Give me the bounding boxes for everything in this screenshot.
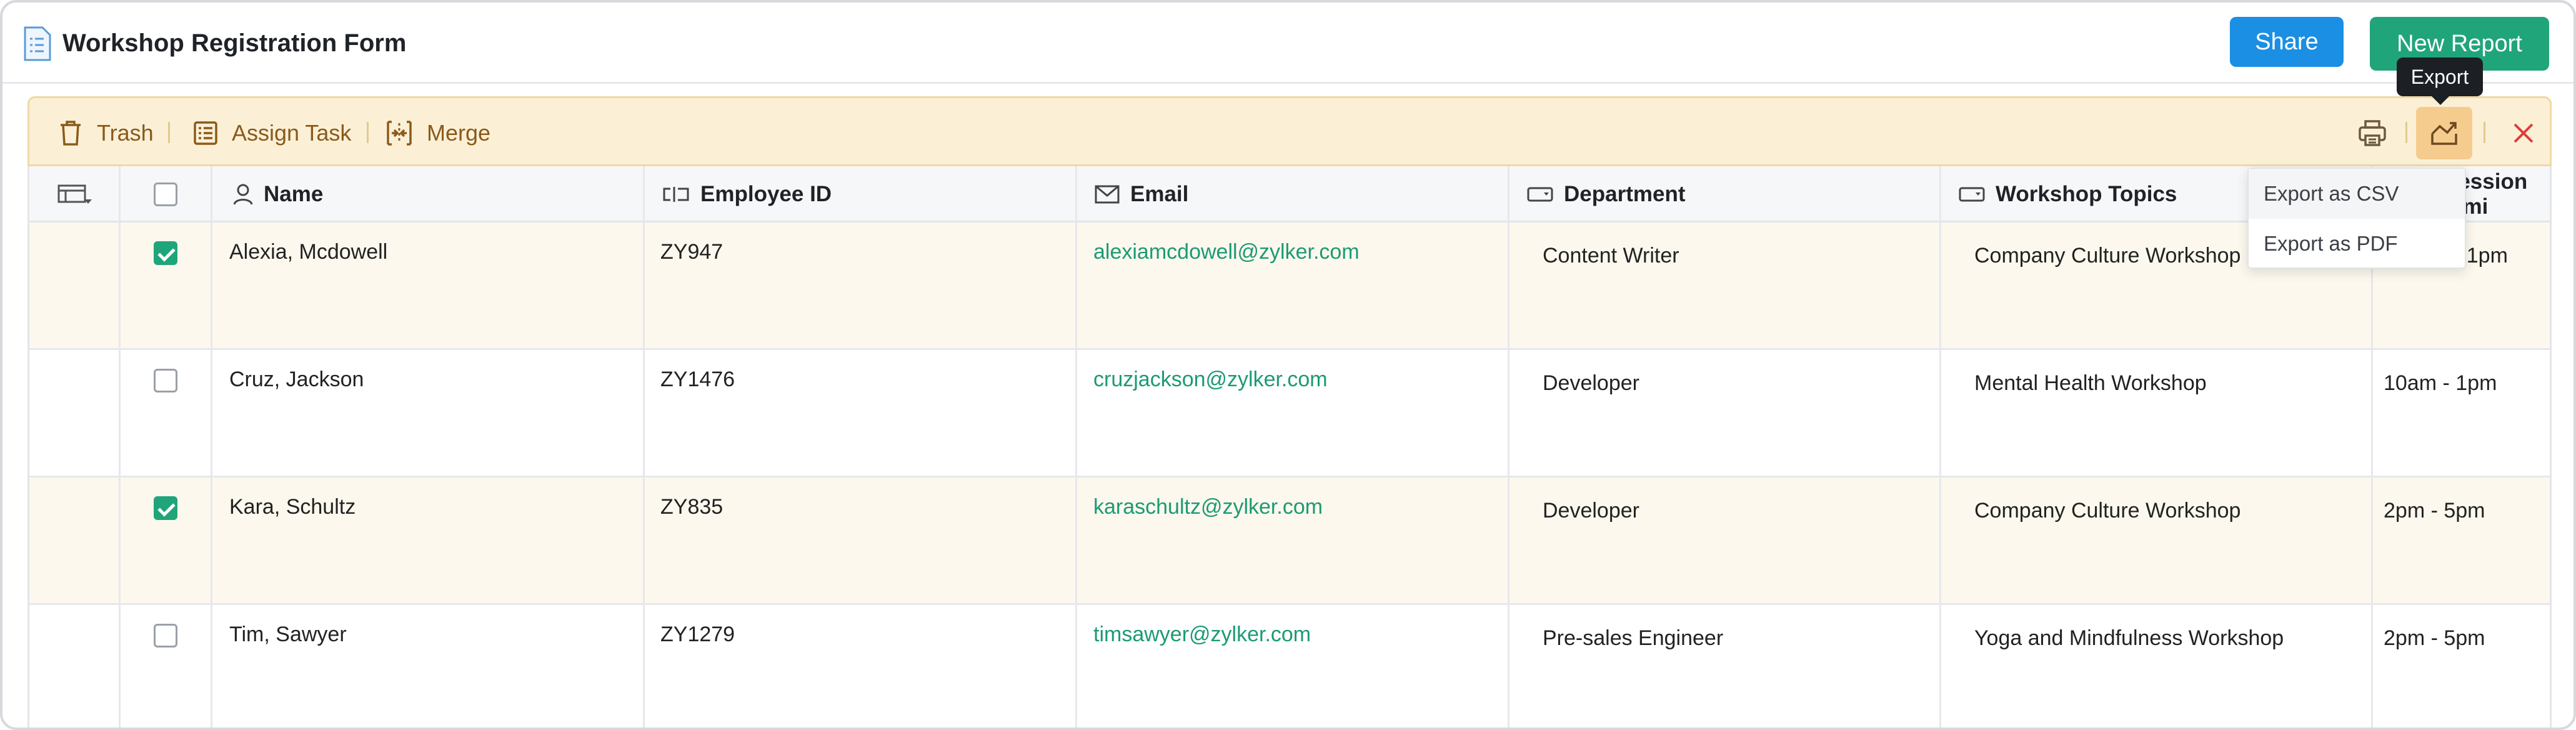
page-header: Workshop Registration Form Share New Rep… (2, 2, 2574, 84)
bulk-action-bar: Trash Assign Task Merge (27, 96, 2552, 166)
divider (168, 122, 170, 143)
id-field-icon (663, 187, 689, 202)
export-menu: Export as CSV Export as PDF (2247, 168, 2466, 269)
column-label: Department (1564, 182, 1686, 206)
workshop-topic-cell: Company Culture Workshop (1974, 244, 2241, 268)
table-row[interactable]: Tim, Sawyer ZY1279 timsawyer@zylker.com … (29, 605, 2550, 728)
printer-icon (2359, 120, 2386, 146)
email-link[interactable]: timsawyer@zylker.com (1093, 622, 1311, 647)
workshop-topic-cell: Yoga and Mindfulness Workshop (1974, 626, 2284, 650)
employee-id-cell: ZY835 (660, 495, 724, 519)
column-settings-button[interactable] (57, 166, 102, 222)
email-link[interactable]: karaschultz@zylker.com (1093, 495, 1323, 519)
email-link[interactable]: cruzjackson@zylker.com (1093, 368, 1328, 392)
table-row[interactable]: Kara, Schultz ZY835 karaschultz@zylker.c… (29, 478, 2550, 605)
export-tooltip: Export (2397, 58, 2483, 105)
column-header-employee-id[interactable]: Employee ID (662, 166, 832, 222)
department-cell: Content Writer (1543, 244, 1679, 268)
close-icon (2514, 123, 2534, 143)
column-divider (1075, 166, 1077, 728)
column-header-department[interactable]: Department (1526, 166, 1685, 222)
trash-button[interactable]: Trash (58, 98, 154, 168)
trash-icon (61, 121, 81, 146)
app-frame: Workshop Registration Form Share New Rep… (0, 0, 2576, 730)
page-title: Workshop Registration Form (62, 29, 407, 57)
share-button[interactable]: Share (2230, 17, 2344, 67)
name-cell: Cruz, Jackson (229, 368, 364, 391)
column-header-email[interactable]: Email (1094, 166, 1188, 222)
merge-icon (387, 121, 412, 146)
column-divider (211, 166, 212, 728)
print-button[interactable] (2350, 111, 2395, 156)
export-pdf-option[interactable]: Export as PDF (2249, 219, 2465, 269)
column-label: Name (264, 182, 324, 206)
session-timing-cell: 2pm - 5pm (2384, 499, 2485, 522)
row-checkbox[interactable] (154, 241, 177, 265)
assign-task-button[interactable]: Assign Task (193, 98, 351, 168)
column-divider (1939, 166, 1941, 728)
email-link[interactable]: alexiamcdowell@zylker.com (1093, 240, 1360, 264)
workshop-topic-cell: Company Culture Workshop (1974, 499, 2241, 522)
department-cell: Developer (1543, 499, 1639, 522)
row-checkbox[interactable] (154, 496, 177, 520)
form-icon (24, 26, 51, 61)
column-label: Employee ID (700, 182, 832, 206)
department-cell: Pre-sales Engineer (1543, 626, 1724, 650)
column-divider (643, 166, 645, 728)
merge-button[interactable]: Merge (385, 98, 490, 168)
merge-label: Merge (427, 120, 491, 146)
name-cell: Kara, Schultz (229, 495, 356, 519)
name-cell: Alexia, Mcdowell (229, 240, 388, 264)
export-csv-option[interactable]: Export as CSV (2249, 169, 2465, 219)
person-icon (233, 184, 253, 205)
export-button[interactable] (2416, 107, 2472, 159)
divider (367, 122, 369, 143)
employee-id-cell: ZY1279 (660, 622, 735, 646)
column-header-workshop-topics[interactable]: Workshop Topics (1958, 166, 2177, 222)
dropdown-field-icon (1959, 187, 1985, 202)
session-timing-cell: 10am - 1pm (2384, 371, 2497, 395)
table-row[interactable]: Alexia, Mcdowell ZY947 alexiamcdowell@zy… (29, 222, 2550, 350)
table-header: Name Employee ID Email Department Worksh… (29, 166, 2550, 222)
table-row[interactable]: Cruz, Jackson ZY1476 cruzjackson@zylker.… (29, 350, 2550, 478)
name-cell: Tim, Sawyer (229, 622, 347, 646)
export-icon (2431, 122, 2457, 145)
divider (2405, 122, 2407, 143)
row-checkbox[interactable] (154, 624, 177, 648)
dropdown-field-icon (1527, 187, 1553, 202)
column-divider (1508, 166, 1509, 728)
close-button[interactable] (2501, 111, 2546, 156)
mail-icon (1095, 185, 1120, 204)
workshop-topic-cell: Mental Health Workshop (1974, 371, 2207, 395)
task-list-icon (194, 121, 217, 145)
column-label: Email (1130, 182, 1189, 206)
employee-id-cell: ZY947 (660, 240, 724, 264)
column-header-name[interactable]: Name (232, 166, 323, 222)
employee-id-cell: ZY1476 (660, 368, 735, 391)
records-table: Name Employee ID Email Department Worksh… (27, 166, 2552, 728)
column-divider (119, 166, 121, 728)
divider (2484, 122, 2485, 143)
column-settings-icon (57, 184, 92, 204)
row-checkbox[interactable] (154, 369, 177, 392)
select-all-checkbox[interactable] (154, 182, 177, 206)
session-timing-cell: 2pm - 5pm (2384, 626, 2485, 650)
column-label: Workshop Topics (1996, 182, 2177, 206)
trash-label: Trash (97, 120, 154, 146)
department-cell: Developer (1543, 371, 1639, 395)
assign-task-label: Assign Task (232, 120, 352, 146)
